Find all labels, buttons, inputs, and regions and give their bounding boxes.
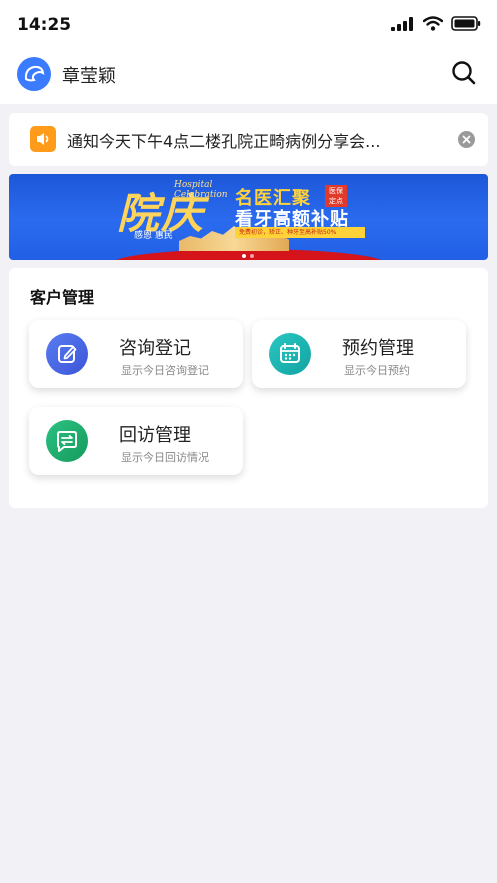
consult-register-card[interactable]: 咨询登记 显示今日咨询登记 xyxy=(29,320,243,388)
edit-icon xyxy=(46,333,88,375)
wifi-icon xyxy=(423,16,443,31)
calendar-icon xyxy=(269,333,311,375)
status-icons xyxy=(391,16,481,31)
banner-strip: 免费初诊，矫正、种牙至高补贴50% xyxy=(235,227,365,238)
banner-dot[interactable] xyxy=(250,254,254,258)
battery-icon xyxy=(451,16,481,31)
banner-pagination xyxy=(242,254,254,258)
banner-tag-line: 医保 xyxy=(329,187,343,195)
chat-swap-icon xyxy=(46,420,88,462)
card-subtitle: 显示今日咨询登记 xyxy=(121,364,209,377)
search-button[interactable] xyxy=(449,58,479,88)
banner-subtitle: 感恩 惠民 xyxy=(134,231,173,241)
followup-card[interactable]: 回访管理 显示今日回访情况 xyxy=(29,407,243,475)
status-bar: 14:25 xyxy=(0,0,497,50)
card-subtitle: 显示今日预约 xyxy=(344,364,410,377)
section-title: 客户管理 xyxy=(30,288,95,307)
card-title: 咨询登记 xyxy=(119,338,191,359)
card-title: 预约管理 xyxy=(342,338,414,359)
notice-text: 通知今天下午4点二楼孔院正畸病例分享会... xyxy=(67,132,381,151)
promo-banner[interactable]: 院庆 Hospital Celebration 感恩 惠民 名医汇聚 医保 定点… xyxy=(9,174,488,260)
banner-english: Hospital Celebration xyxy=(174,180,228,200)
banner-dot[interactable] xyxy=(242,254,246,258)
card-title: 回访管理 xyxy=(119,425,191,446)
app-logo xyxy=(17,57,51,91)
app-header: 章莹颖 xyxy=(0,50,497,104)
user-name: 章莹颖 xyxy=(62,66,116,87)
notice-bar[interactable]: 通知今天下午4点二楼孔院正畸病例分享会... xyxy=(9,113,488,166)
card-subtitle: 显示今日回访情况 xyxy=(121,451,209,464)
banner-tag: 医保 定点 xyxy=(325,185,347,207)
search-icon xyxy=(452,61,476,85)
banner-english-line: Celebration xyxy=(174,190,228,200)
appointment-card[interactable]: 预约管理 显示今日预约 xyxy=(252,320,466,388)
customer-management-section: 客户管理 咨询登记 显示今日咨询登记 预约管理 显示今日预约 回访管理 显示今日… xyxy=(9,268,488,508)
signal-icon xyxy=(391,16,413,31)
speaker-icon xyxy=(30,126,56,152)
status-time: 14:25 xyxy=(17,15,72,35)
close-icon[interactable] xyxy=(458,131,475,148)
banner-english-line: Hospital xyxy=(174,180,213,190)
